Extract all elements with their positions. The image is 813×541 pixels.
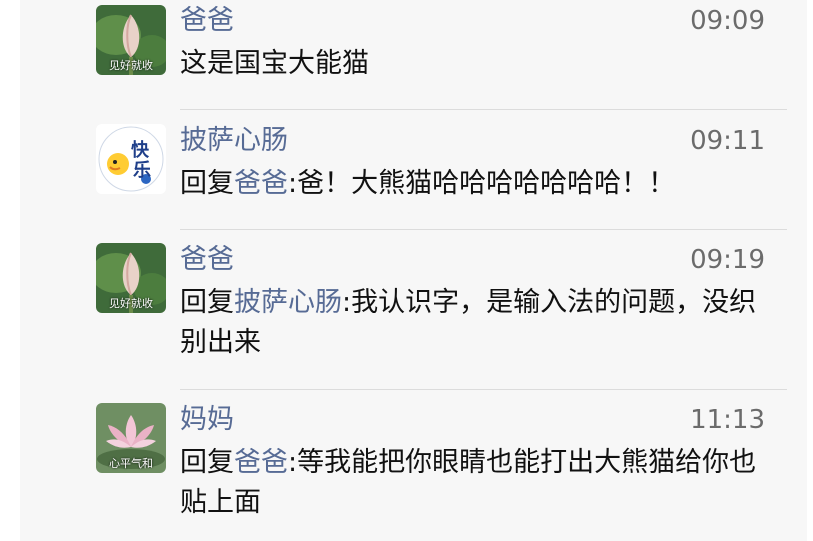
- avatar[interactable]: 快 乐: [96, 124, 166, 194]
- comment-text: :爸！大熊猫哈哈哈哈哈哈哈！！: [288, 168, 676, 199]
- comment-item: 心平气和 妈妈 11:13 回复爸爸:等我能把你眼睛也能打出大熊猫给你也贴上面: [20, 390, 807, 541]
- avatar-label: 见好就收: [109, 59, 153, 72]
- comment-text: 这是国宝大能猫: [180, 48, 369, 79]
- comment-time: 11:13: [690, 405, 765, 435]
- cartoon-avatar-icon: 快 乐: [96, 124, 166, 194]
- comment-author[interactable]: 妈妈: [180, 403, 234, 437]
- avatar[interactable]: 心平气和: [96, 403, 166, 473]
- comment-time: 09:11: [690, 126, 765, 156]
- comments-panel: 见好就收 爸爸 09:09 这是国宝大能猫 快 乐 披萨心肠 09:11 回复爸…: [20, 0, 807, 541]
- comment-body: 这是国宝大能猫: [180, 44, 780, 84]
- comment-body: 回复披萨心肠:我认识字，是输入法的问题，没织别出来: [180, 283, 780, 363]
- reply-prefix: 回复: [180, 447, 234, 478]
- comment-author[interactable]: 披萨心肠: [180, 124, 288, 158]
- comment-item: 见好就收 爸爸 09:09 这是国宝大能猫: [20, 0, 807, 110]
- avatar[interactable]: 见好就收: [96, 5, 166, 75]
- reply-target[interactable]: 披萨心肠: [234, 287, 342, 318]
- reply-target[interactable]: 爸爸: [234, 168, 288, 199]
- reply-target[interactable]: 爸爸: [234, 447, 288, 478]
- comment-author[interactable]: 爸爸: [180, 243, 234, 277]
- comment-author[interactable]: 爸爸: [180, 4, 234, 38]
- avatar-text: 乐: [133, 160, 151, 181]
- comment-time: 09:19: [690, 245, 765, 275]
- comment-time: 09:09: [690, 6, 765, 36]
- comment-body: 回复爸爸:等我能把你眼睛也能打出大熊猫给你也贴上面: [180, 443, 780, 523]
- avatar-label: 心平气和: [109, 457, 153, 470]
- comment-body: 回复爸爸:爸！大熊猫哈哈哈哈哈哈哈！！: [180, 164, 780, 204]
- comment-item: 见好就收 爸爸 09:19 回复披萨心肠:我认识字，是输入法的问题，没织别出来: [20, 230, 807, 390]
- avatar-label: 见好就收: [109, 297, 153, 310]
- avatar-text: 快: [131, 139, 150, 161]
- comment-item: 快 乐 披萨心肠 09:11 回复爸爸:爸！大熊猫哈哈哈哈哈哈哈！！: [20, 110, 807, 230]
- reply-prefix: 回复: [180, 287, 234, 318]
- avatar[interactable]: 见好就收: [96, 243, 166, 313]
- reply-prefix: 回复: [180, 168, 234, 199]
